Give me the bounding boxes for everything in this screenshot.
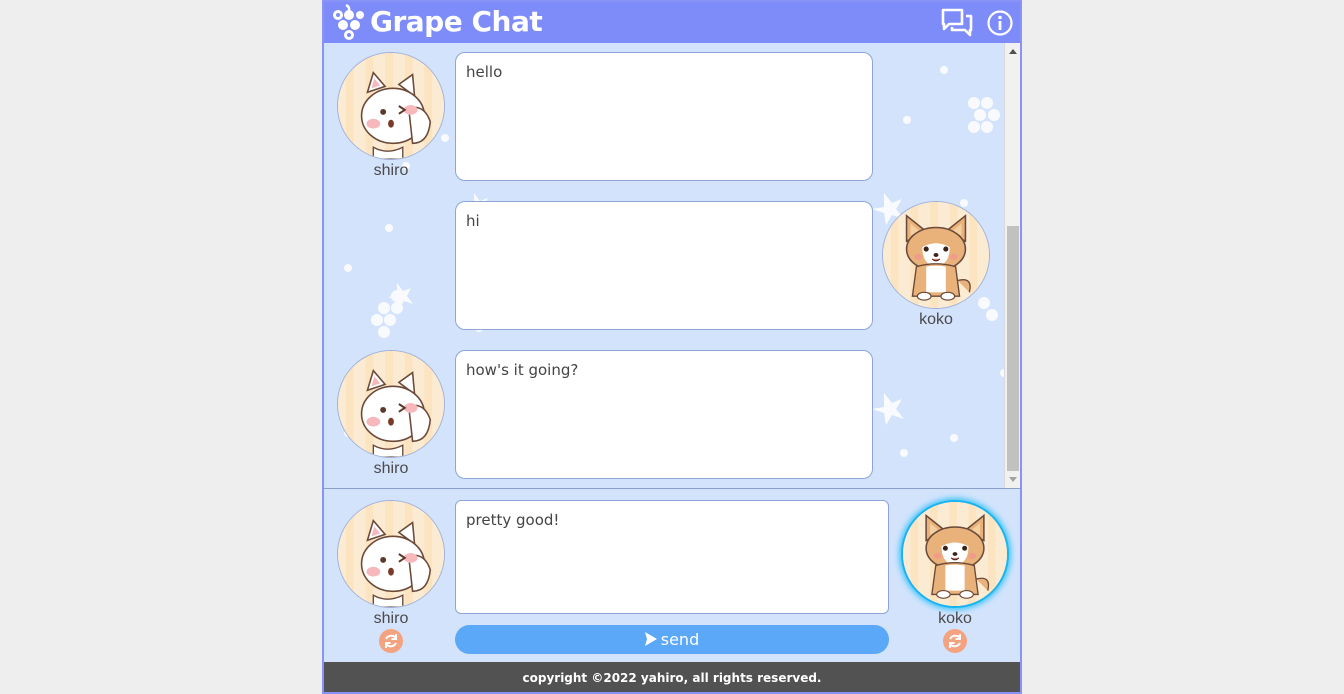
send-button[interactable]: send xyxy=(455,625,889,654)
message-composer: shiro pretty good! send koko xyxy=(324,488,1020,662)
cat-avatar xyxy=(337,350,445,458)
composer-left-username: shiro xyxy=(373,610,409,627)
composer-right-username: koko xyxy=(938,610,972,627)
cat-avatar[interactable] xyxy=(337,500,445,608)
grape-chat-app: Grape Chat shiro hello hi koko shiro how… xyxy=(322,0,1022,694)
refresh-icon xyxy=(949,633,961,649)
switch-right-user-button[interactable] xyxy=(943,629,967,653)
message-username: shiro xyxy=(373,162,409,179)
send-button-label: send xyxy=(660,630,700,649)
message-item: hi koko xyxy=(324,200,1004,330)
message-username: koko xyxy=(919,311,953,328)
message-scrollbar[interactable] xyxy=(1004,43,1020,488)
paper-plane-icon xyxy=(644,632,657,646)
refresh-icon xyxy=(385,633,397,649)
message-input[interactable]: pretty good! xyxy=(455,500,889,614)
message-username: shiro xyxy=(373,460,409,477)
dog-avatar xyxy=(882,201,990,309)
copyright-footer: copyright ©2022 yahiro, all rights reser… xyxy=(324,662,1020,692)
app-header: Grape Chat xyxy=(324,2,1020,43)
message-bubble: how's it going? xyxy=(455,350,873,479)
cat-avatar xyxy=(337,52,445,160)
chat-bubbles-icon[interactable] xyxy=(940,7,974,39)
message-item: shiro how's it going? xyxy=(324,349,1004,479)
scroll-thumb[interactable] xyxy=(1007,226,1019,471)
app-title: Grape Chat xyxy=(370,5,543,38)
scroll-down-arrow-icon[interactable] xyxy=(1009,477,1017,482)
dog-avatar[interactable] xyxy=(901,500,1009,608)
info-icon[interactable] xyxy=(986,9,1014,37)
switch-left-user-button[interactable] xyxy=(379,629,403,653)
message-bubble: hello xyxy=(455,52,873,181)
scroll-up-arrow-icon[interactable] xyxy=(1009,49,1017,54)
message-bubble: hi xyxy=(455,201,873,330)
message-item: shiro hello xyxy=(324,51,1004,181)
message-list[interactable]: shiro hello hi koko shiro how's it going… xyxy=(324,43,1020,488)
grape-logo-icon xyxy=(333,3,364,40)
